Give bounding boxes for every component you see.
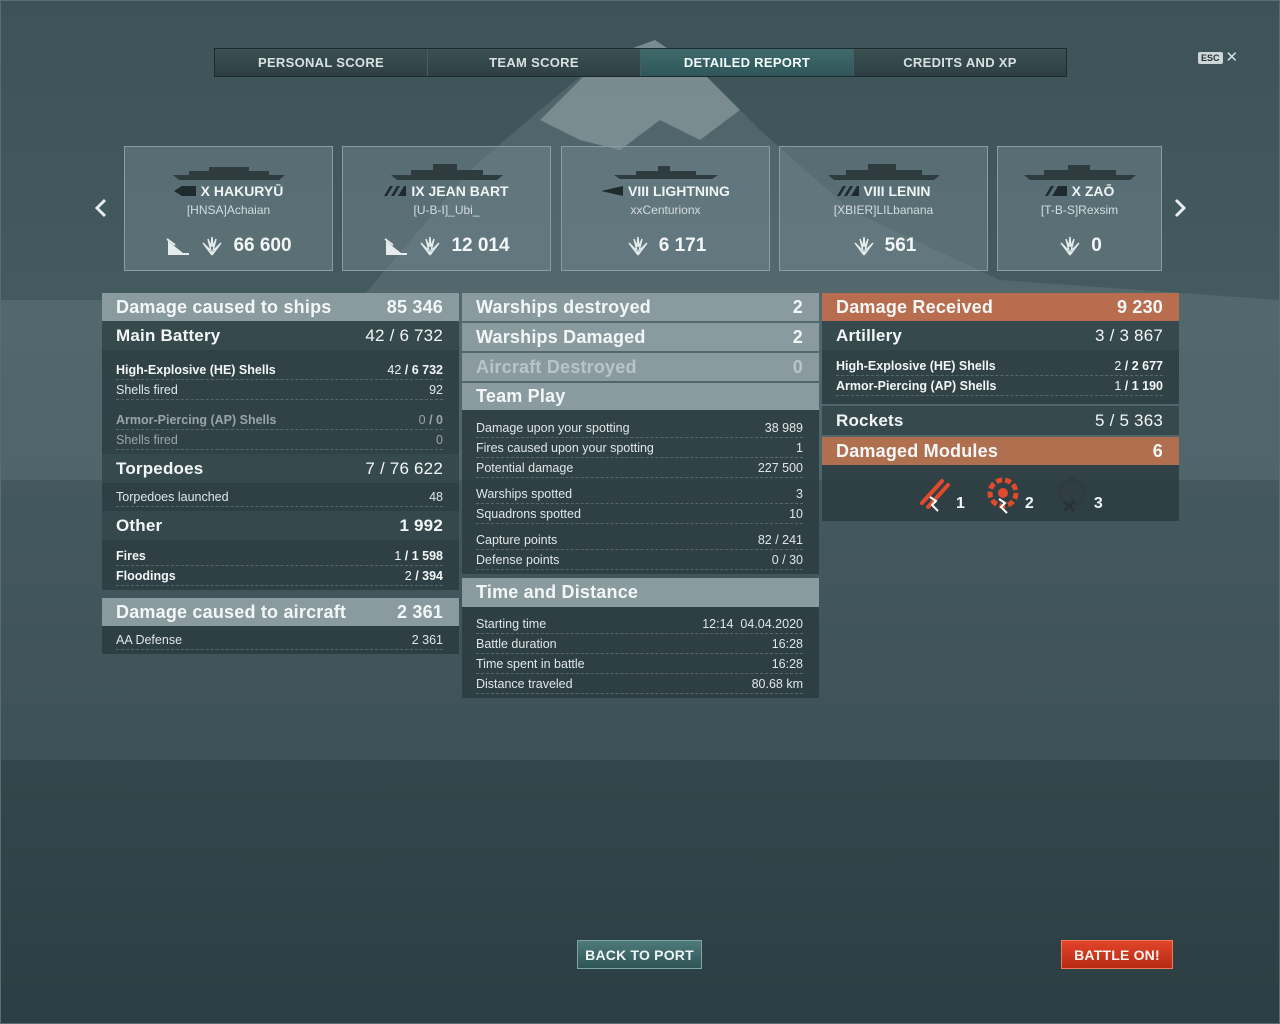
- ship-name: IX JEAN BART: [411, 183, 509, 199]
- destroyer-icon: [601, 186, 624, 196]
- distance-traveled-row: Distance traveled 80.68 km: [476, 674, 803, 694]
- chevron-left-icon: [94, 198, 107, 218]
- esc-close-button[interactable]: ESC ✕: [1198, 49, 1239, 66]
- damage-burst-icon: [854, 236, 874, 256]
- time-in-battle-row: Time spent in battle 16:28: [476, 654, 803, 674]
- tab-personal-score[interactable]: PERSONAL SCORE: [215, 49, 428, 76]
- battleship-icon: [836, 186, 859, 196]
- cruiser-icon: [1044, 186, 1067, 196]
- he-shells-row: High-Explosive (HE) Shells 42 / 6 732: [116, 360, 443, 380]
- starting-time-row: Starting time 12:14 04.04.2020: [476, 614, 803, 634]
- player-name: xxCenturionx: [630, 203, 701, 217]
- player-name: [T-B-S]Rexsim: [1040, 203, 1119, 217]
- module-aa-mount: 3: [1052, 475, 1103, 515]
- ship-name: X HAKURYŪ: [200, 183, 284, 199]
- other-damage-header: Other 1 992: [102, 511, 459, 540]
- team-play-header: Team Play: [462, 383, 819, 410]
- ship-silhouette-icon: [390, 164, 503, 180]
- module-engine: 2: [983, 475, 1034, 515]
- module-torpedo-tubes: 1: [914, 475, 965, 515]
- received-he-row: High-Explosive (HE) Shells 2 / 2 677: [836, 356, 1163, 376]
- artillery-header: Artillery 3 / 3 867: [822, 321, 1179, 350]
- defense-points-row: Defense points 0 / 30: [476, 550, 803, 570]
- close-icon: ✕: [1225, 49, 1239, 66]
- ship-card[interactable]: IX JEAN BART [U-B-I]_Ubi_ 12 014: [342, 146, 551, 271]
- esc-key-badge: ESC: [1198, 52, 1223, 64]
- battleship-icon: [384, 186, 407, 196]
- ship-sunk-icon: [384, 238, 408, 255]
- tab-detailed-report[interactable]: DETAILED REPORT: [641, 49, 854, 76]
- aircraft-destroyed-header: Aircraft Destroyed 0: [462, 353, 819, 381]
- tab-credits-and-xp[interactable]: CREDITS AND XP: [854, 49, 1066, 76]
- ship-card[interactable]: X ZAŌ [T-B-S]Rexsim 0: [997, 146, 1162, 271]
- damage-burst-icon: [1060, 236, 1080, 256]
- tab-team-score[interactable]: TEAM SCORE: [428, 49, 641, 76]
- damage-aircraft-header: Damage caused to aircraft 2 361: [102, 598, 459, 626]
- warships-damaged-header: Warships Damaged 2: [462, 323, 819, 351]
- ship-card[interactable]: VIII LIGHTNING xxCenturionx 6 171: [561, 146, 770, 271]
- ship-damage-value: 6 171: [658, 235, 707, 256]
- player-name: [HNSA]Achaian: [186, 203, 271, 217]
- damage-dealt-panel: Damage caused to ships 85 346 Main Batter…: [102, 293, 459, 654]
- ship-silhouette-icon: [827, 164, 940, 180]
- torpedo-tubes-damaged-icon: [920, 479, 950, 512]
- damage-burst-icon: [628, 236, 648, 256]
- tab-bar: PERSONAL SCORE TEAM SCORE DETAILED REPOR…: [214, 48, 1067, 77]
- ap-shells-fired-row: Shells fired 0: [116, 430, 443, 450]
- ship-sunk-icon: [166, 238, 190, 255]
- destroyed-ships-carousel: X HAKURYŪ [HNSA]Achaian 66 600 IX JEAN B…: [124, 146, 1162, 271]
- player-name: [U-B-I]_Ubi_: [413, 203, 480, 217]
- floodings-row: Floodings 2 / 394: [116, 566, 443, 586]
- ship-silhouette-icon: [1023, 165, 1136, 180]
- team-stats-panel: Warships destroyed 2 Warships Damaged 2 Ai…: [462, 293, 819, 698]
- ship-name: VIII LIGHTNING: [628, 183, 730, 199]
- damaged-modules-header: Damaged Modules 6: [822, 437, 1179, 465]
- damage-received-panel: Damage Received 9 230 Artillery 3 / 3 867 …: [822, 293, 1179, 521]
- torpedoes-launched-row: Torpedoes launched 48: [116, 487, 443, 507]
- time-distance-header: Time and Distance: [462, 578, 819, 607]
- received-ap-row: Armor-Piercing (AP) Shells 1 / 1 190: [836, 376, 1163, 396]
- he-shells-fired-row: Shells fired 92: [116, 380, 443, 400]
- battle-on-button[interactable]: BATTLE ON!: [1061, 940, 1173, 969]
- ship-silhouette-icon: [613, 166, 718, 179]
- torpedoes-header: Torpedoes 7 / 76 622: [102, 454, 459, 483]
- ship-name: VIII LENIN: [863, 183, 931, 199]
- ship-damage-value: 0: [1091, 235, 1102, 256]
- ship-card[interactable]: VIII LENIN [XBIER]LILbanana 561: [779, 146, 988, 271]
- damage-burst-icon: [202, 236, 222, 256]
- damage-received-header: Damage Received 9 230: [822, 293, 1179, 321]
- aa-mount-destroyed-icon: [1055, 477, 1088, 513]
- spotting-damage-row: Damage upon your spotting 38 989: [476, 418, 803, 438]
- battle-duration-row: Battle duration 16:28: [476, 634, 803, 654]
- warships-destroyed-header: Warships destroyed 2: [462, 293, 819, 321]
- aa-defense-row: AA Defense 2 361: [116, 630, 443, 650]
- chevron-right-icon: [1174, 198, 1187, 218]
- rockets-header: Rockets 5 / 5 363: [822, 406, 1179, 435]
- ship-name: X ZAŌ: [1071, 183, 1115, 199]
- carousel-prev-button[interactable]: [92, 196, 110, 220]
- ship-damage-value: 66 600: [233, 235, 292, 256]
- carousel-next-button[interactable]: [1171, 196, 1189, 220]
- aircraft-carrier-icon: [173, 186, 196, 196]
- engine-damaged-icon: [987, 477, 1019, 514]
- damage-ships-header: Damage caused to ships 85 346: [102, 293, 459, 321]
- damage-burst-icon: [420, 236, 440, 256]
- capture-points-row: Capture points 82 / 241: [476, 530, 803, 550]
- warships-spotted-row: Warships spotted 3: [476, 484, 803, 504]
- player-name: [XBIER]LILbanana: [833, 203, 934, 217]
- main-battery-header: Main Battery 42 / 6 732: [102, 321, 459, 350]
- ship-silhouette-icon: [172, 167, 285, 180]
- ship-card[interactable]: X HAKURYŪ [HNSA]Achaian 66 600: [124, 146, 333, 271]
- fires-row: Fires 1 / 1 598: [116, 546, 443, 566]
- back-to-port-button[interactable]: BACK TO PORT: [577, 940, 702, 969]
- squadrons-spotted-row: Squadrons spotted 10: [476, 504, 803, 524]
- ship-damage-value: 12 014: [451, 235, 510, 256]
- spotting-fires-row: Fires caused upon your spotting 1: [476, 438, 803, 458]
- ship-damage-value: 561: [884, 235, 917, 256]
- potential-damage-row: Potential damage 227 500: [476, 458, 803, 478]
- ap-shells-row: Armor-Piercing (AP) Shells 0 / 0: [116, 410, 443, 430]
